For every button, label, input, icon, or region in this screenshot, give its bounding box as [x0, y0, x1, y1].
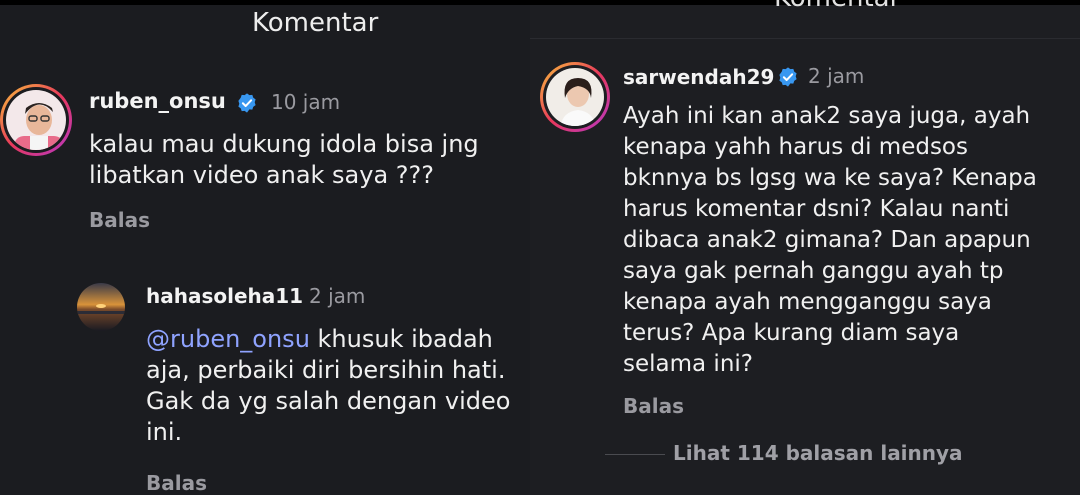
sub-comment-text-fragment: khusuk ibadah: [309, 325, 493, 353]
sub-comment-text: @ruben_onsu khusuk ibadah aja, perbaiki …: [146, 324, 510, 448]
comment-text-line: bknnya bs lgsg wa ke saya? Kenapa: [623, 165, 1037, 191]
reply-button[interactable]: Balas: [89, 208, 150, 232]
verified-badge-icon: [779, 67, 797, 87]
header-divider: [530, 38, 1080, 39]
comment-time: 10 jam: [271, 90, 341, 114]
avatar-hahasoleha11[interactable]: [77, 283, 125, 331]
comments-header-title: Komentar: [774, 0, 900, 13]
mention-link[interactable]: ruben_onsu: [170, 325, 310, 353]
avatar-hahasoleha11-image: [77, 283, 125, 331]
avatar-ruben-onsu[interactable]: [0, 84, 72, 156]
reply-button[interactable]: Balas: [623, 394, 684, 418]
avatar-ruben-onsu-image: [6, 90, 66, 150]
comment-text-line: kalau mau dukung idola bisa jng: [89, 130, 479, 158]
sub-comment-text-line: ini.: [146, 418, 183, 446]
comment-text-line: terus? Apa kurang diam saya: [623, 320, 960, 346]
left-screenshot-panel: Komentar ruben_onsu 10 jam kalau mau duk…: [0, 0, 600, 495]
sub-comment-text-line: @ruben_onsu khusuk ibadah: [146, 324, 510, 355]
sub-comment-text-line: Gak da yg salah dengan video: [146, 387, 511, 415]
comment-text-line: kenapa ayah mengganggu saya: [623, 289, 992, 315]
comment-text-line: kenapa yahh harus di medsos: [623, 134, 968, 160]
comment-text-line: libatkan video anak saya ???: [89, 161, 435, 189]
sub-reply-button[interactable]: Balas: [146, 471, 207, 495]
comment-username[interactable]: sarwendah29: [623, 65, 774, 89]
verified-badge-icon: [238, 93, 256, 113]
sub-comment-text-line: aja, perbaiki diri bersihin hati.: [146, 356, 506, 384]
sub-comment-username[interactable]: hahasoleha11: [146, 284, 303, 308]
comment-text-line: saya gak pernah ganggu ayah tp: [623, 258, 1004, 284]
comments-header-title: Komentar: [252, 8, 379, 38]
comment-time: 2 jam: [808, 64, 865, 88]
comment-text-line: Ayah ini kan anak2 saya juga, ayah: [623, 103, 1031, 129]
mention-threads-icon: @: [146, 325, 170, 353]
comment-text-line: selama ini?: [623, 351, 753, 377]
avatar-sarwendah29-image: [546, 68, 604, 126]
sub-comment-time: 2 jam: [309, 284, 366, 308]
top-status-strip: [0, 0, 600, 5]
comment-text-line: dibaca anak2 gimana? Dan apapun: [623, 227, 1031, 253]
comment-username[interactable]: ruben_onsu: [89, 89, 226, 113]
comment-text: kalau mau dukung idola bisa jng libatkan…: [89, 129, 479, 191]
comment-text: Ayah ini kan anak2 saya juga, ayah kenap…: [623, 101, 1037, 380]
view-replies-divider: [605, 454, 665, 455]
avatar-sarwendah29[interactable]: [540, 62, 610, 132]
right-screenshot-panel: Komentar sarwendah29 2 jam Ayah ini kan …: [530, 0, 1080, 495]
view-more-replies-button[interactable]: Lihat 114 balasan lainnya: [673, 441, 963, 465]
comment-text-line: harus komentar dsni? Kalau nanti: [623, 196, 1010, 222]
